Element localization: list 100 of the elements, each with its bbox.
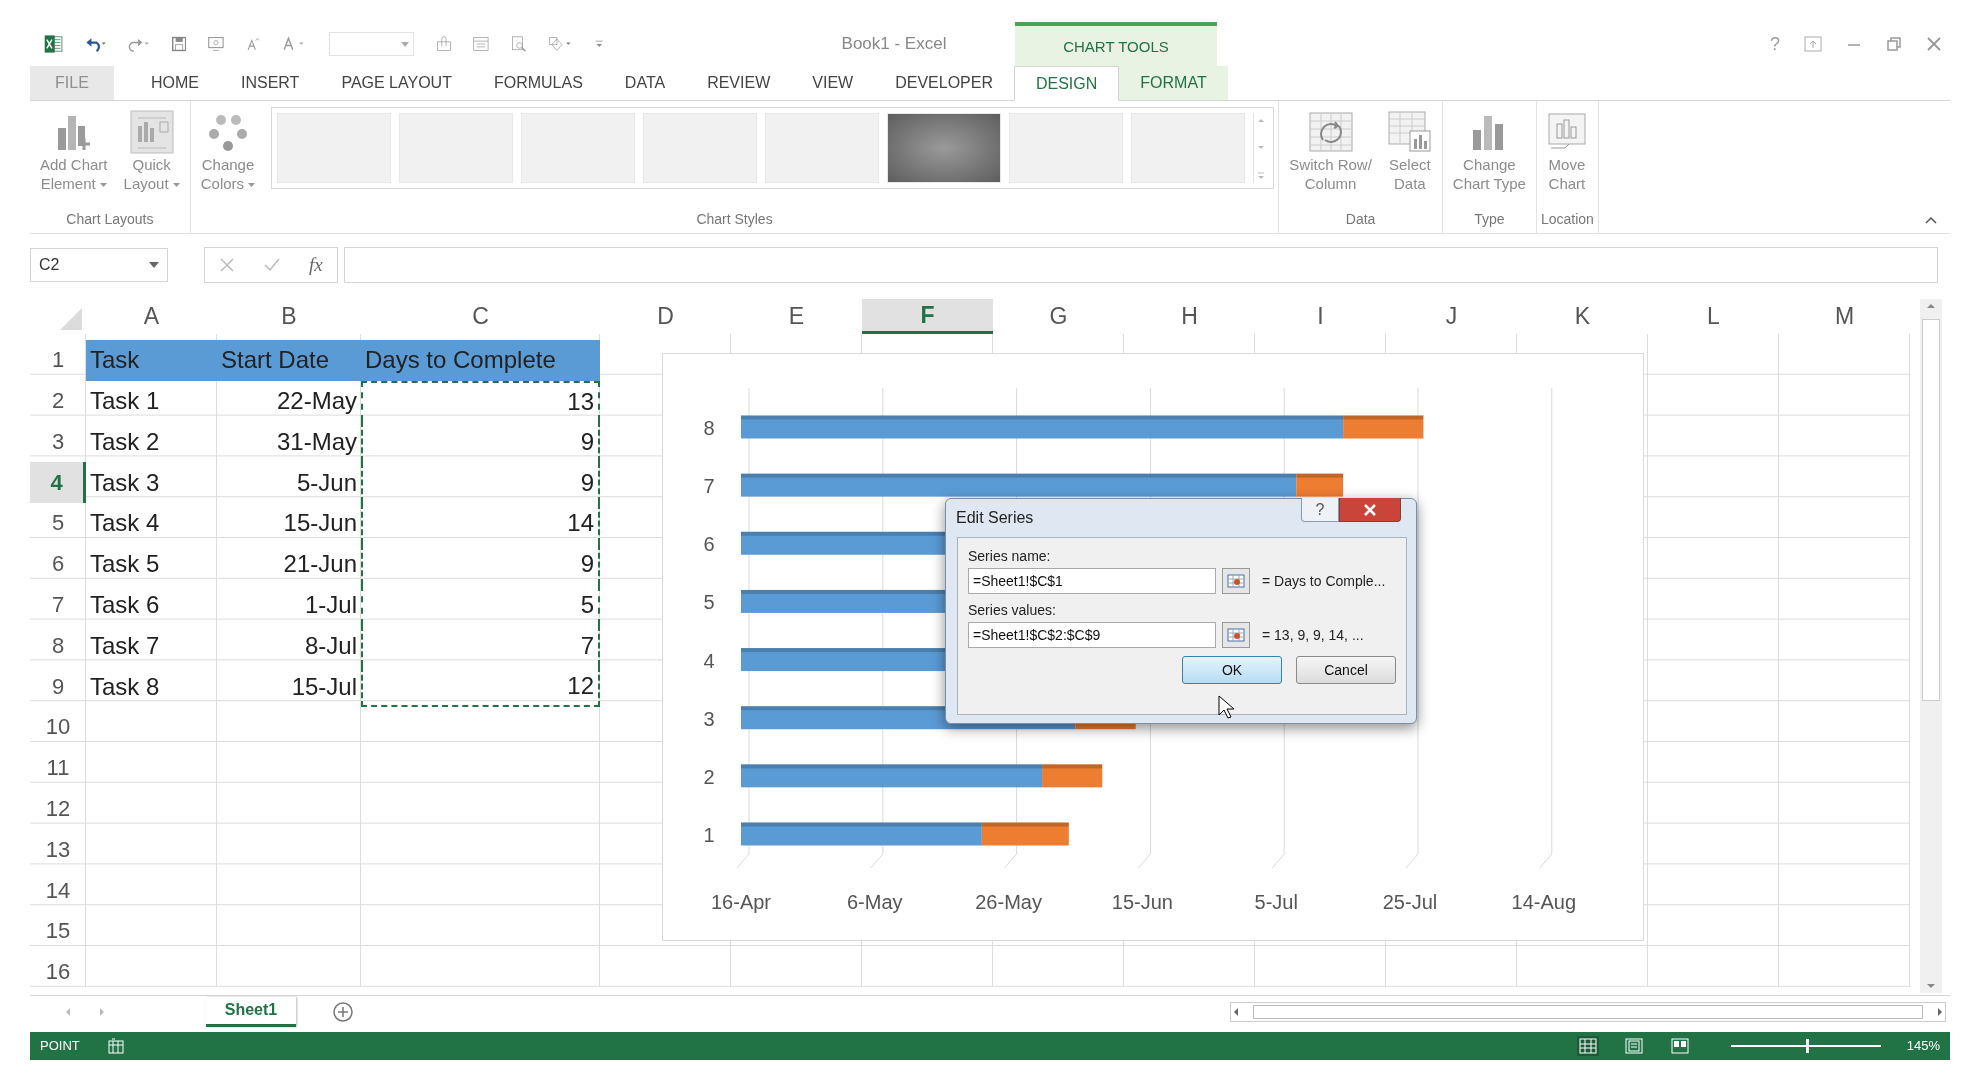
- column-header[interactable]: B: [217, 299, 361, 334]
- row-header[interactable]: 10: [30, 706, 86, 748]
- scroll-right-icon[interactable]: [1935, 1005, 1945, 1018]
- column-header[interactable]: A: [86, 299, 217, 334]
- column-header[interactable]: I: [1255, 299, 1386, 334]
- range-picker-button[interactable]: [1222, 568, 1250, 594]
- close-icon: [1363, 503, 1377, 516]
- help-button[interactable]: ?: [1301, 498, 1339, 522]
- ribbon-tab[interactable]: VIEW: [791, 66, 875, 100]
- ribbon-button[interactable]: Change Colors: [194, 107, 262, 195]
- macro-icon[interactable]: [107, 1037, 124, 1054]
- collapse-icon[interactable]: [1924, 215, 1938, 225]
- column-header[interactable]: K: [1517, 299, 1648, 334]
- input-field[interactable]: =Sheet1!$C$1: [968, 568, 1216, 594]
- row-header[interactable]: 12: [30, 788, 86, 830]
- column-header[interactable]: D: [600, 299, 731, 334]
- ribbon-tab[interactable]: DESIGN: [1013, 66, 1120, 101]
- horizontal-scrollbar[interactable]: [1230, 1001, 1946, 1022]
- column-header[interactable]: F: [862, 299, 993, 334]
- table-arrows-icon: [1308, 112, 1353, 152]
- row-header[interactable]: 3: [30, 421, 86, 463]
- cancel-icon[interactable]: [219, 257, 235, 273]
- bar[interactable]: [741, 764, 1043, 788]
- column-header[interactable]: J: [1386, 299, 1517, 334]
- close-icon[interactable]: [1926, 36, 1942, 52]
- ribbon-tab[interactable]: REVIEW: [686, 66, 792, 100]
- table-cell-text: Task 3: [89, 467, 161, 498]
- dialog-button[interactable]: OK: [1182, 656, 1282, 684]
- triangle-icon: [60, 308, 82, 330]
- column-header[interactable]: E: [731, 299, 862, 334]
- table-cell: 9: [361, 543, 600, 585]
- row-header[interactable]: 13: [30, 829, 86, 871]
- bar[interactable]: [1042, 764, 1103, 788]
- bar[interactable]: [1343, 415, 1424, 439]
- ribbon-button[interactable]: Move Chart: [1540, 107, 1593, 195]
- row-header[interactable]: 16: [30, 951, 86, 993]
- column-header[interactable]: G: [993, 299, 1124, 334]
- group-label: Data: [1344, 211, 1377, 229]
- bar[interactable]: [741, 415, 1344, 439]
- table-cell-text: Task 2: [89, 426, 161, 457]
- row-header[interactable]: 14: [30, 870, 86, 911]
- view-normal-icon[interactable]: [1576, 1035, 1599, 1056]
- save-icon[interactable]: [171, 34, 187, 54]
- cursor-icon: [1218, 695, 1234, 719]
- check-icon[interactable]: [263, 257, 281, 273]
- ribbon-button[interactable]: Switch Row/ Column: [1283, 107, 1378, 195]
- bar[interactable]: [741, 473, 1297, 497]
- table-cell: 9: [361, 421, 600, 463]
- add-sheet-icon[interactable]: [332, 1000, 354, 1023]
- form-icon[interactable]: [473, 34, 490, 54]
- table-cell-text: 22-May: [275, 386, 358, 416]
- column-header[interactable]: H: [1124, 299, 1255, 334]
- restore-icon[interactable]: [1886, 36, 1902, 52]
- row-header[interactable]: 8: [30, 625, 86, 667]
- row-header[interactable]: 4: [30, 462, 86, 503]
- row-header[interactable]: 5: [30, 503, 86, 544]
- column-header[interactable]: C: [361, 299, 600, 334]
- field-label: Series values:: [968, 602, 1057, 618]
- ribbon-tab[interactable]: DATA: [603, 66, 687, 100]
- zoom-level[interactable]: 145%: [1906, 1038, 1940, 1054]
- ribbon-tab[interactable]: INSERT: [220, 66, 321, 100]
- close-button[interactable]: [1339, 498, 1401, 522]
- excel-logo-icon[interactable]: [44, 32, 63, 56]
- sheet-tab[interactable]: Sheet1: [206, 996, 296, 1027]
- ribbon-tab[interactable]: HOME: [130, 66, 220, 100]
- view-page-break-icon[interactable]: [1668, 1035, 1691, 1056]
- row-header[interactable]: 9: [30, 666, 86, 707]
- previous-sheet-icon[interactable]: [64, 1006, 72, 1017]
- view-page-layout-icon[interactable]: [1622, 1035, 1645, 1056]
- group-label: Type: [1473, 211, 1506, 229]
- vertical-scrollbar[interactable]: [1920, 299, 1942, 993]
- input-field[interactable]: =Sheet1!$C$2:$C$9: [968, 622, 1216, 648]
- range-picker-button[interactable]: [1222, 622, 1250, 648]
- dialog-button[interactable]: Cancel: [1296, 656, 1396, 684]
- screen-icon[interactable]: [208, 34, 224, 54]
- column-header[interactable]: M: [1779, 299, 1910, 334]
- row-header[interactable]: 15: [30, 910, 86, 952]
- next-sheet-icon[interactable]: [98, 1006, 106, 1017]
- table-cell: Start Date: [217, 339, 361, 381]
- ribbon-tab[interactable]: DEVELOPER: [874, 66, 1014, 100]
- table-cell-text: 1-Jul: [303, 589, 358, 620]
- formula-input[interactable]: [343, 247, 1938, 283]
- row-header[interactable]: 11: [30, 747, 86, 789]
- bar[interactable]: [741, 822, 982, 846]
- scroll-up-icon[interactable]: [1925, 301, 1937, 311]
- row-header[interactable]: 2: [30, 380, 86, 422]
- row-header[interactable]: 7: [30, 584, 86, 626]
- ribbon-tab[interactable]: FORMULAS: [472, 66, 604, 100]
- ribbon-options-icon[interactable]: [1804, 36, 1822, 52]
- bar[interactable]: [981, 822, 1069, 846]
- row-header[interactable]: 1: [30, 339, 86, 381]
- ribbon-tab[interactable]: FORMAT: [1119, 66, 1228, 100]
- chart-style-thumbnail[interactable]: [887, 113, 1002, 183]
- column-header[interactable]: L: [1648, 299, 1779, 334]
- name-box[interactable]: C2: [30, 248, 168, 282]
- insert-function-button[interactable]: fx: [309, 254, 323, 276]
- table-cell-text: 5-Jun: [295, 467, 358, 498]
- ribbon-button[interactable]: Quick Layout: [117, 107, 186, 195]
- ribbon-tab[interactable]: PAGE LAYOUT: [320, 66, 473, 100]
- row-header[interactable]: 6: [30, 543, 86, 585]
